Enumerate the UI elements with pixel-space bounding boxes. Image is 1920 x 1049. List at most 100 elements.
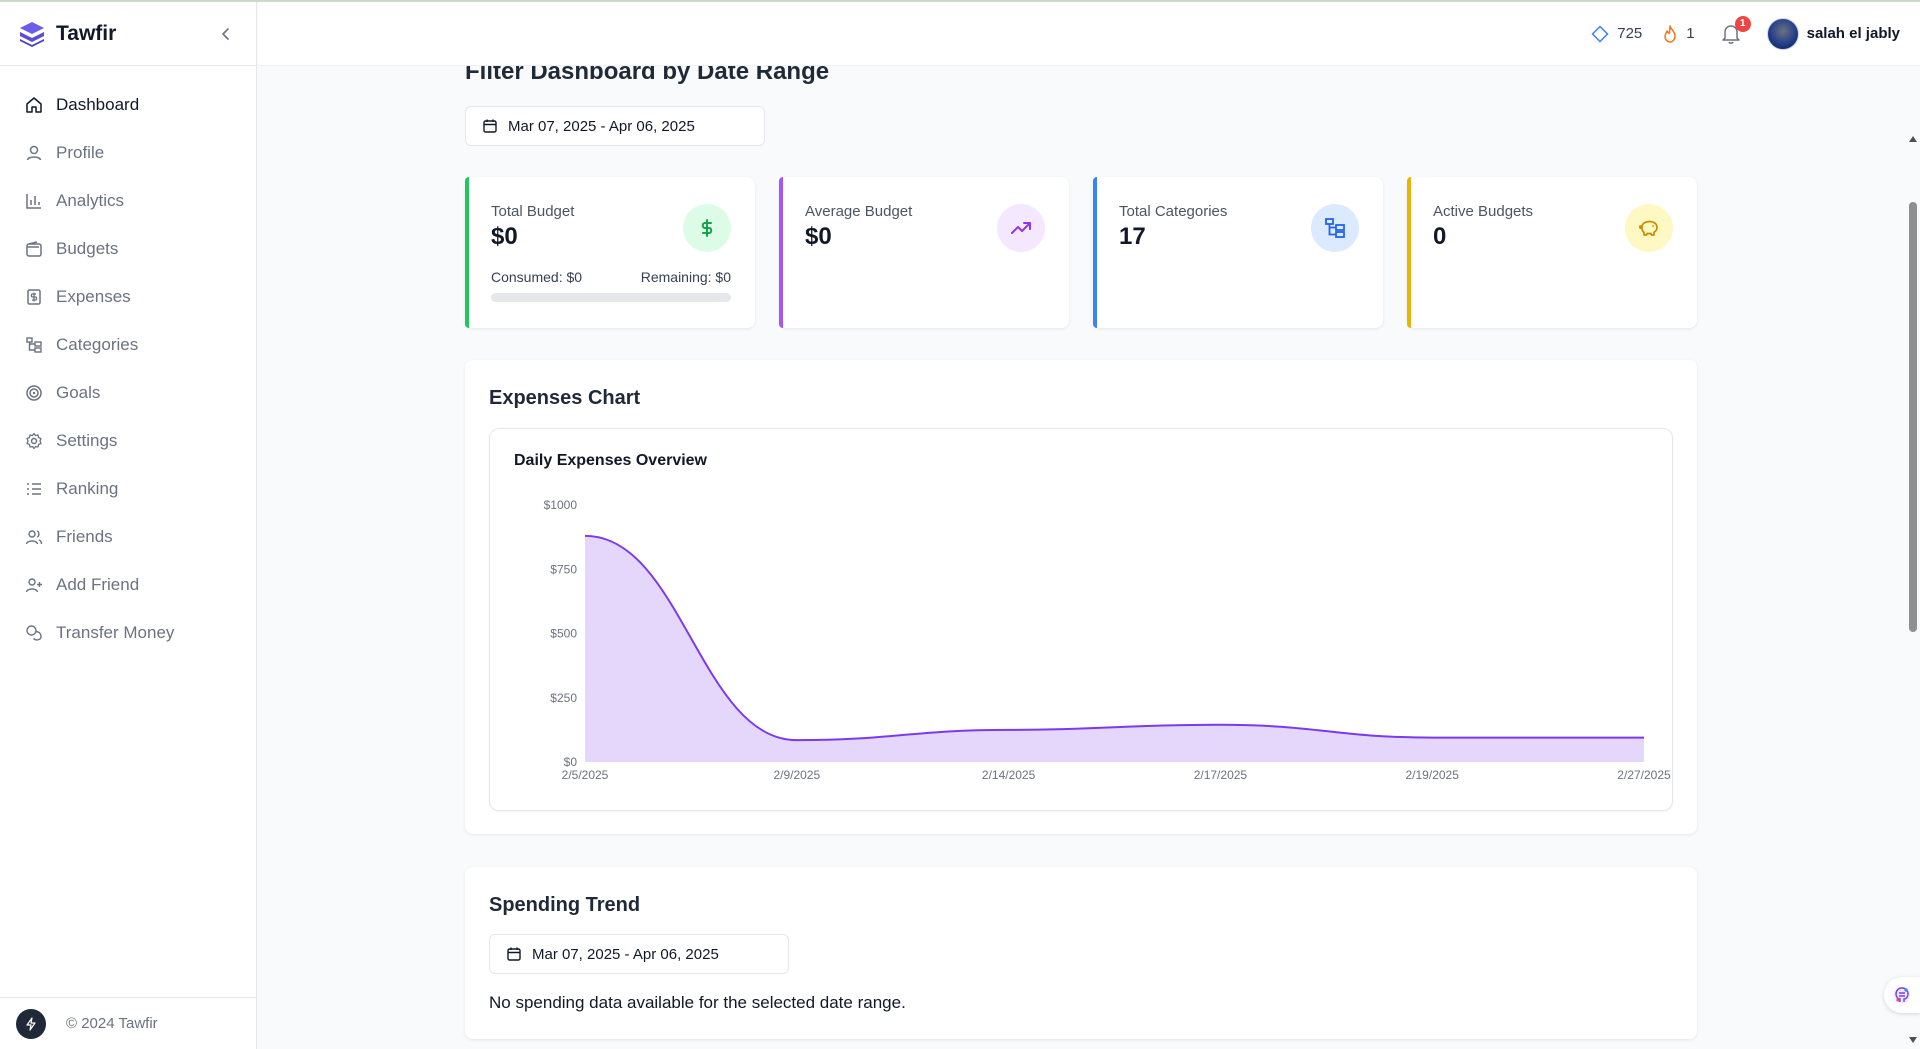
bolt-icon [26,1016,36,1031]
sidebar-item-label: Settings [56,431,118,450]
points-counter[interactable]: 725 [1591,24,1643,43]
trending-up-icon [997,204,1045,252]
sidebar-item-profile[interactable]: Profile [0,129,256,177]
sidebar-item-settings[interactable]: Settings [0,417,256,465]
streak-value: 1 [1686,25,1695,42]
spending-trend-panel: Spending Trend Mar 07, 2025 - Apr 06, 20… [465,867,1697,1039]
wallet-icon [24,239,44,259]
budget-breakdown: Consumed: $0 Remaining: $0 [491,269,731,285]
panel-title: Expenses Chart [489,387,641,409]
sidebar: Tawfir Dashboard Profile Analytics Budge… [0,2,257,1049]
sidebar-item-expenses[interactable]: Expenses [0,273,256,321]
stat-card-total-categories: Total Categories 17 [1093,177,1383,328]
stat-card-total-budget: Total Budget $0 Consumed: $0 Remaining: … [465,177,755,328]
dollar-receipt-icon [24,287,44,307]
card-accent [465,177,469,328]
remaining-text: Remaining: $0 [640,269,731,285]
piggy-bank-icon [1625,204,1673,252]
expenses-area-chart: $0 $250 $500 $750 $1000 2/5/2025 2/9/2025 2/14/… [544,498,1671,782]
sidebar-item-ranking[interactable]: Ranking [0,465,256,513]
series-line[interactable] [584,534,1644,742]
sidebar-item-categories[interactable]: Categories [0,321,256,369]
coins-icon [24,623,44,643]
stat-card-active-budgets: Active Budgets 0 [1407,177,1697,328]
logo-icon [20,21,44,47]
sidebar-item-label: Ranking [56,479,119,498]
avatar[interactable] [1766,17,1799,50]
scrollbar-thumb[interactable] [1909,202,1917,632]
collapse-sidebar-button[interactable] [214,22,238,46]
x-tick-label: 2/5/2025 [562,768,609,782]
card-accent [779,177,783,328]
y-tick-label: $500 [550,627,577,641]
folder-tree-icon [24,335,44,355]
users-icon [24,527,44,547]
scroll-up-arrow[interactable] [1909,136,1917,142]
target-icon [24,383,44,403]
streak-counter[interactable]: 1 [1662,24,1695,43]
sidebar-item-goals[interactable]: Goals [0,369,256,417]
x-tick-label: 2/27/2025 [1617,768,1671,782]
notifications-button[interactable]: 1 [1721,15,1751,45]
notification-badge: 1 [1734,15,1751,32]
scrollbar[interactable] [1906,66,1920,1049]
username[interactable]: salah el jably [1807,25,1900,42]
card-accent [1093,177,1097,328]
card-accent [1407,177,1411,328]
diamond-icon [1591,24,1609,43]
stat-card-average-budget: Average Budget $0 [779,177,1069,328]
copyright-text: © 2024 Tawfir [66,1015,158,1032]
user-icon [24,143,44,163]
x-tick-label: 2/17/2025 [1194,768,1248,782]
chart-container: Daily Expenses Overview $0 $250 $500 $750 $1… [489,428,1673,811]
home-icon [24,95,44,115]
app-name: Tawfir [56,21,117,45]
top-header: 725 1 1 salah el jably [258,2,1920,66]
sidebar-item-label: Add Friend [56,575,140,594]
sidebar-item-transfer-money[interactable]: Transfer Money [0,609,256,657]
gear-icon [24,431,44,451]
sidebar-item-label: Transfer Money [56,623,175,642]
sidebar-item-label: Budgets [56,239,119,258]
user-plus-icon [24,575,44,595]
sidebar-item-dashboard[interactable]: Dashboard [0,81,256,129]
sidebar-item-label: Goals [56,383,101,402]
brand: Tawfir [0,2,256,66]
sidebar-item-label: Categories [56,335,139,354]
chevron-left-icon [221,27,229,40]
sidebar-item-budgets[interactable]: Budgets [0,225,256,273]
sidebar-item-add-friend[interactable]: Add Friend [0,561,256,609]
quick-action-button[interactable] [16,1008,46,1039]
y-tick-label: $1000 [544,498,578,512]
sidebar-footer: © 2024 Tawfir [0,997,256,1049]
points-value: 725 [1617,25,1643,42]
expenses-chart-panel: Expenses Chart Daily Expenses Overview $… [465,360,1697,834]
list-ordered-icon [24,479,44,499]
sidebar-item-analytics[interactable]: Analytics [0,177,256,225]
date-range-text: Mar 07, 2025 - Apr 06, 2025 [532,945,719,963]
y-tick-label: $750 [550,562,577,576]
assistant-button[interactable] [1884,977,1920,1013]
sidebar-item-label: Profile [56,143,105,162]
scroll-down-arrow[interactable] [1909,1037,1917,1043]
sidebar-item-label: Friends [56,527,113,546]
bar-chart-icon [24,191,44,211]
date-range-text: Mar 07, 2025 - Apr 06, 2025 [508,117,695,135]
sidebar-item-label: Expenses [56,287,131,306]
top-accent-line [0,0,1920,2]
consumed-text: Consumed: $0 [491,269,583,285]
date-range-picker[interactable]: Mar 07, 2025 - Apr 06, 2025 [465,106,765,146]
dollar-icon [683,204,731,252]
empty-state-message: No spending data available for the selec… [489,993,906,1012]
budget-progress-bar [491,293,731,302]
flame-icon [1664,24,1677,43]
folder-tree-icon [1311,204,1359,252]
y-tick-label: $250 [550,691,577,705]
spending-date-range-picker[interactable]: Mar 07, 2025 - Apr 06, 2025 [489,934,789,974]
sidebar-item-friends[interactable]: Friends [0,513,256,561]
y-tick-label: $0 [564,755,578,769]
sidebar-nav: Dashboard Profile Analytics Budgets Expe… [0,66,256,657]
panel-title: Spending Trend [489,894,641,916]
x-tick-label: 2/14/2025 [982,768,1036,782]
calendar-icon [507,947,521,961]
